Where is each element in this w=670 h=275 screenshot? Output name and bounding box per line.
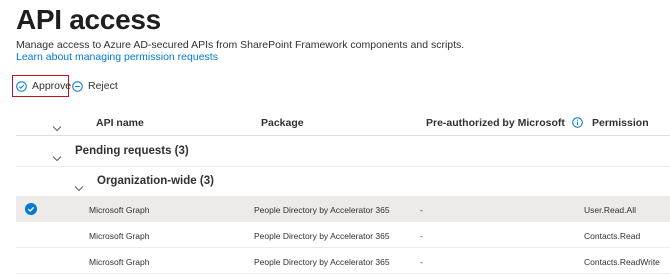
page-title: API access	[16, 4, 161, 35]
cell-pre-authorized: -	[420, 231, 423, 241]
table-row[interactable]: Microsoft Graph People Directory by Acce…	[16, 248, 670, 274]
cell-api-name: Microsoft Graph	[89, 257, 150, 267]
minus-circle-icon	[72, 80, 83, 92]
header-pre-authorized[interactable]: Pre-authorized by Microsoft	[426, 117, 583, 131]
table-row[interactable]: Microsoft Graph People Directory by Acce…	[16, 222, 670, 248]
header-pre-authorized-label: Pre-authorized by Microsoft	[426, 117, 565, 129]
cell-permission: User.Read.All	[584, 205, 636, 215]
cell-permission: Contacts.Read	[584, 231, 641, 241]
table-header: API name Package Pre-authorized by Micro…	[16, 110, 670, 136]
header-permission[interactable]: Permission	[592, 117, 649, 129]
check-circle-icon	[16, 80, 27, 92]
chevron-down-icon[interactable]	[74, 179, 84, 197]
cell-pre-authorized: -	[420, 205, 423, 215]
cell-package: People Directory by Accelerator 365	[254, 205, 390, 215]
approve-label: Approve	[32, 80, 72, 92]
cell-package: People Directory by Accelerator 365	[254, 257, 390, 267]
reject-label: Reject	[88, 80, 118, 92]
page-description: Manage access to Azure AD-secured APIs f…	[16, 39, 465, 51]
approve-button[interactable]: Approve	[12, 75, 72, 97]
cell-api-name: Microsoft Graph	[89, 231, 150, 241]
cell-permission: Contacts.ReadWrite	[584, 257, 660, 267]
info-icon[interactable]	[571, 117, 583, 131]
header-api-name[interactable]: API name	[96, 117, 144, 129]
subgroup-label: Organization-wide (3)	[97, 175, 214, 187]
table-row[interactable]: Microsoft Graph People Directory by Acce…	[16, 196, 670, 222]
cell-package: People Directory by Accelerator 365	[254, 231, 390, 241]
chevron-down-icon[interactable]	[52, 119, 62, 137]
group-header-organization-wide[interactable]: Organization-wide (3)	[16, 167, 670, 197]
reject-button[interactable]: Reject	[72, 75, 118, 97]
cell-pre-authorized: -	[420, 257, 423, 267]
header-package[interactable]: Package	[261, 117, 304, 129]
cell-api-name: Microsoft Graph	[89, 205, 150, 215]
group-header-pending[interactable]: Pending requests (3)	[16, 137, 670, 167]
selected-check-icon[interactable]	[25, 203, 37, 215]
group-label: Pending requests (3)	[75, 145, 189, 157]
learn-link[interactable]: Learn about managing permission requests	[16, 51, 218, 63]
chevron-down-icon[interactable]	[52, 149, 62, 167]
